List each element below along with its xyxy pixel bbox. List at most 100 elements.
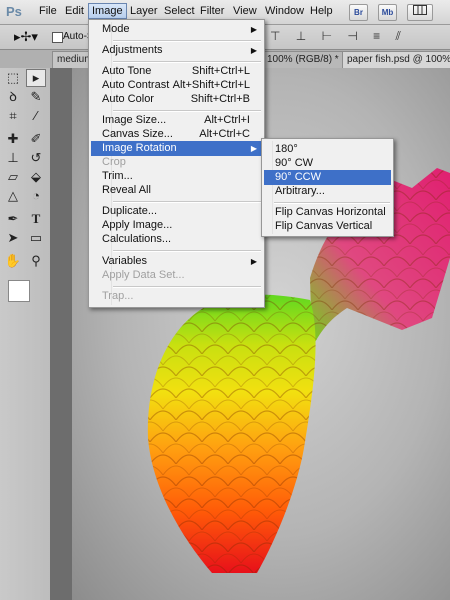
quick-select-icon[interactable]: ✎ [26, 88, 46, 106]
menu-help[interactable]: Help [310, 5, 333, 17]
menu-item-rotate-90-cw-label: 90° CW [275, 157, 314, 169]
menu-item-trap-label: Trap... [102, 290, 134, 302]
brush-icon[interactable]: ✐ [26, 130, 46, 148]
menu-item-trim-label: Trim... [102, 170, 133, 182]
menu-item-rotate-90-cw[interactable]: 90° CW [264, 156, 391, 171]
menu-item-rotate-180[interactable]: 180° [264, 142, 391, 157]
pasteboard [50, 68, 72, 600]
menu-image[interactable]: Image [88, 3, 127, 19]
menu-window[interactable]: Window [265, 5, 304, 17]
photoshop-logo: Ps [6, 4, 22, 19]
menu-item-duplicate[interactable]: Duplicate... [91, 204, 262, 219]
menu-item-canvas-size-label: Canvas Size... [102, 128, 173, 140]
menu-item-apply-image[interactable]: Apply Image... [91, 218, 262, 233]
align-buttons[interactable]: ⊤ ⊥ ⊢ ⊣ ≡ ⫽ [270, 29, 407, 44]
menu-item-arbitrary-label: Arbitrary... [275, 185, 325, 197]
menu-separator [113, 61, 261, 63]
hand-icon[interactable]: ✋ [3, 252, 23, 270]
menu-item-arbitrary[interactable]: Arbitrary... [264, 184, 391, 199]
menu-item-canvas-size[interactable]: Canvas Size... Alt+Ctrl+C [91, 127, 262, 142]
menu-file[interactable]: File [39, 5, 57, 17]
lasso-icon[interactable]: ꝺ [3, 88, 23, 106]
menu-item-trim[interactable]: Trim... [91, 169, 262, 184]
move-icon[interactable]: ▸ [26, 69, 46, 87]
menu-item-apply-data-set-label: Apply Data Set... [102, 269, 185, 281]
menu-item-image-size-label: Image Size... [102, 114, 167, 126]
menu-item-auto-contrast[interactable]: Auto Contrast Alt+Shift+Ctrl+L [91, 78, 262, 93]
menu-item-variables-label: Variables [102, 255, 148, 267]
mini-bridge-button[interactable]: Mb [378, 4, 397, 21]
menu-item-rotate-90-ccw[interactable]: 90° CCW [264, 170, 391, 185]
menu-item-auto-contrast-label: Auto Contrast [102, 79, 170, 91]
menu-item-variables[interactable]: Variables ▶ [91, 254, 262, 269]
history-brush-icon[interactable]: ↺ [26, 149, 46, 167]
image-menu-dropdown: Mode ▶ Adjustments ▶ Auto Tone Shift+Ctrl+L… [88, 19, 265, 308]
menu-item-crop: Crop [91, 155, 262, 170]
rect-marquee-icon[interactable]: ⬚ [3, 69, 23, 87]
submenu-arrow-icon: ▶ [250, 144, 257, 153]
menu-item-adjustments-label: Adjustments [102, 44, 163, 56]
zoom-icon[interactable]: ⚲ [26, 252, 46, 270]
type-icon[interactable]: T [26, 210, 46, 228]
shortcut-image-size: Alt+Ctrl+I [204, 114, 250, 126]
menu-item-adjustments[interactable]: Adjustments ▶ [91, 43, 262, 58]
menu-item-image-rotation[interactable]: Image Rotation ▶ [91, 141, 262, 156]
healing-brush-icon[interactable]: ✚ [3, 130, 23, 148]
menu-item-flip-vertical-label: Flip Canvas Vertical [275, 220, 373, 232]
crop-icon[interactable]: ⌗ [3, 107, 23, 125]
menu-edit[interactable]: Edit [65, 5, 84, 17]
foreground-color-swatch[interactable] [8, 280, 30, 302]
path-select-icon[interactable]: ➤ [3, 229, 23, 247]
menu-item-mode[interactable]: Mode ▶ [91, 22, 262, 37]
tools-panel: ▸ ⬚ ꝺ ✎ ⌗ ⁄ ✚ ✐ ⊥ ↺ ▱ ⬙ △ ◔ ✒ T ➤ ▭ ✋ ⚲ [0, 68, 50, 600]
tab-paper-fish[interactable]: paper fish.psd @ 100% (La [342, 51, 450, 68]
menu-item-image-rotation-label: Image Rotation [102, 142, 177, 154]
auto-select-checkbox[interactable] [52, 32, 63, 43]
blur-icon[interactable]: △ [3, 187, 23, 205]
pen-icon[interactable]: ✒ [3, 210, 23, 228]
menu-filter[interactable]: Filter [200, 5, 224, 17]
menu-separator [274, 202, 390, 204]
menu-item-apply-image-label: Apply Image... [102, 219, 173, 231]
menu-item-auto-tone[interactable]: Auto Tone Shift+Ctrl+L [91, 64, 262, 79]
eyedropper-icon[interactable]: ⁄ [26, 107, 46, 125]
menu-item-flip-horizontal-label: Flip Canvas Horizontal [275, 206, 386, 218]
submenu-arrow-icon: ▶ [250, 257, 257, 266]
eraser-icon[interactable]: ▱ [3, 168, 23, 186]
menu-view[interactable]: View [233, 5, 257, 17]
menu-item-flip-vertical[interactable]: Flip Canvas Vertical [264, 219, 391, 234]
paint-bucket-icon[interactable]: ⬙ [26, 168, 46, 186]
shortcut-auto-contrast: Alt+Shift+Ctrl+L [172, 79, 250, 91]
tab-document-2[interactable]: 100% (RGB/8) * [262, 51, 348, 68]
submenu-arrow-icon: ▶ [250, 25, 257, 34]
menu-item-calculations-label: Calculations... [102, 233, 172, 245]
menu-item-auto-color[interactable]: Auto Color Shift+Ctrl+B [91, 92, 262, 107]
menu-item-flip-horizontal[interactable]: Flip Canvas Horizontal [264, 205, 391, 220]
dodge-icon[interactable]: ◔ [26, 187, 46, 205]
menu-separator [113, 201, 261, 203]
menu-item-calculations[interactable]: Calculations... [91, 232, 262, 247]
menu-item-rotate-90-ccw-label: 90° CCW [275, 171, 321, 183]
bridge-button[interactable]: Br [349, 4, 368, 21]
shortcut-canvas-size: Alt+Ctrl+C [199, 128, 250, 140]
move-tool-preset-icon[interactable]: ▸✢▾ [14, 29, 38, 45]
menu-item-image-size[interactable]: Image Size... Alt+Ctrl+I [91, 113, 262, 128]
image-rotation-submenu: 180° 90° CW 90° CCW Arbitrary... Flip Ca… [261, 138, 394, 237]
shape-icon[interactable]: ▭ [26, 229, 46, 247]
view-extras-button[interactable] [407, 4, 433, 21]
submenu-arrow-icon: ▶ [250, 46, 257, 55]
menu-separator [113, 250, 261, 252]
shortcut-auto-color: Shift+Ctrl+B [190, 93, 250, 105]
menu-separator [113, 286, 261, 288]
menu-item-rotate-180-label: 180° [275, 143, 298, 155]
menu-select[interactable]: Select [164, 5, 195, 17]
clone-stamp-icon[interactable]: ⊥ [3, 149, 23, 167]
menu-layer[interactable]: Layer [130, 5, 158, 17]
grid-icon [413, 5, 427, 15]
menu-item-reveal-all[interactable]: Reveal All [91, 183, 262, 198]
menu-item-duplicate-label: Duplicate... [102, 205, 158, 217]
menu-item-mode-label: Mode [102, 23, 130, 35]
menu-item-reveal-all-label: Reveal All [102, 184, 151, 196]
menu-item-trap: Trap... [91, 289, 262, 304]
menu-item-apply-data-set: Apply Data Set... [91, 268, 262, 283]
